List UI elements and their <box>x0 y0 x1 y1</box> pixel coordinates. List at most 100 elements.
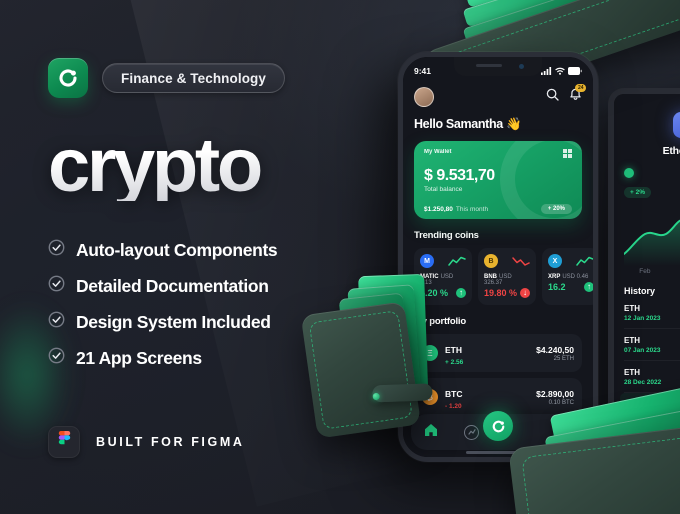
check-circle-icon <box>48 347 65 369</box>
coin-price-row: $4.2 <box>624 168 680 178</box>
trend-up-icon <box>576 256 593 266</box>
check-circle-icon <box>48 239 65 261</box>
coin-header: B <box>484 254 530 268</box>
coin-header: X <box>548 254 593 268</box>
speaker-icon <box>476 64 502 67</box>
check-circle-icon <box>48 275 65 297</box>
history-header: History Buy <box>624 285 680 297</box>
coin-name: Ethereum <box>662 145 680 157</box>
trending-coins-list: M MATIC USD 1.13 5.20 % ↑ B BNB USD 326.… <box>414 248 593 305</box>
portfolio-change: - 1.20 <box>445 403 462 410</box>
wallet-card-header: My Wallet <box>424 149 572 158</box>
month-amount-value: $1.250,80 <box>424 205 453 213</box>
wallet-balance-caption: Total balance <box>424 186 463 193</box>
portfolio-info: BTC - 1.20 <box>445 384 536 410</box>
portfolio-values: $4.240,50 25 ETH <box>536 345 574 362</box>
chart-tick: Feb <box>639 268 651 275</box>
matic-icon: M <box>420 254 434 268</box>
figma-icon <box>48 426 80 459</box>
coin-percent: 16.2 <box>548 282 566 292</box>
portfolio-name: BTC <box>445 389 463 399</box>
coin-chips: + 2% Last 5 Mo <box>624 187 680 198</box>
list-item: 21 App Screens <box>48 347 368 369</box>
bnb-icon: B <box>484 254 498 268</box>
status-icons <box>541 67 582 75</box>
wallet-label: My Wallet <box>424 149 452 155</box>
tablet-mockup: Ethereum $4.2 + 2% Last 5 Mo Feb <box>608 88 680 438</box>
bell-icon[interactable]: 24 <box>569 84 586 106</box>
avatar[interactable] <box>414 87 434 107</box>
wallet-card-footer: $1.250,80 This month + 20% <box>424 204 572 214</box>
greeting-text: Hello Samantha 👋 <box>414 117 522 131</box>
wallet-balance-card[interactable]: My Wallet $ 9.531,70 Total balance $1.25… <box>414 141 582 219</box>
check-circle-icon <box>48 311 65 333</box>
header-actions: 24 <box>546 84 586 106</box>
page-title: crypto <box>48 127 368 203</box>
crypto-ring-logo-icon <box>48 58 88 98</box>
coin-header: M <box>420 254 466 268</box>
list-item: Design System Included <box>48 311 368 333</box>
coin-change-row: 19.80 % ↓ <box>484 288 530 298</box>
feature-label: Auto-layout Components <box>76 239 278 260</box>
chart-month-labels: Feb Mar Apr <box>624 268 680 275</box>
search-icon[interactable] <box>546 88 559 106</box>
portfolio-title: My portfolio <box>414 316 466 327</box>
wallet-change-badge: + 20% <box>540 204 572 214</box>
symbol-text: XRP <box>548 274 561 280</box>
ethereum-icon <box>673 112 680 138</box>
feature-label: 21 App Screens <box>76 347 202 368</box>
pair-text: USD 0.46 <box>562 274 589 280</box>
portfolio-info: ETH + 2.56 <box>445 340 536 366</box>
portfolio-qty: 25 ETH <box>553 355 574 362</box>
figma-footer: BUILT FOR FIGMA <box>48 426 368 459</box>
wallet-month-amount: $1.250,80 This month <box>424 206 488 213</box>
status-time: 9:41 <box>414 66 432 76</box>
portfolio-amount: $2.890,00 <box>536 388 574 399</box>
trend-down-icon <box>512 256 530 266</box>
xrp-icon: X <box>548 254 562 268</box>
trend-up-icon <box>448 256 466 266</box>
promo-banner: Finance & Technology crypto Auto-layout … <box>0 0 680 514</box>
table-row[interactable]: ETH 07 Jan 2023 $2 <box>624 329 680 361</box>
status-dot-icon <box>624 168 634 178</box>
coin-percent: 19.80 % <box>484 288 518 298</box>
notification-badge: 24 <box>575 84 586 92</box>
feature-label: Design System Included <box>76 311 271 332</box>
portfolio-values: $2.890,00 0.10 BTC <box>536 389 574 406</box>
battery-icon <box>568 67 582 75</box>
list-item: Auto-layout Components <box>48 239 368 261</box>
month-caption: This month <box>455 205 489 213</box>
list-item: Detailed Documentation <box>48 275 368 297</box>
feature-list: Auto-layout Components Detailed Document… <box>48 239 368 369</box>
history-coin: ETH <box>624 368 640 377</box>
category-pill[interactable]: Finance & Technology <box>102 63 286 93</box>
app-header: 24 <box>414 84 586 107</box>
history-title: History <box>624 286 656 296</box>
price-chart <box>624 208 680 266</box>
wallet-balance: $ 9.531,70 <box>424 167 495 184</box>
history-coin: ETH <box>624 336 640 345</box>
cellular-icon <box>541 67 552 75</box>
history-date: 07 Jan 2023 <box>624 347 661 354</box>
history-date: 28 Dec 2022 <box>624 379 662 386</box>
coin-symbol: BNB USD 326.37 <box>484 274 530 286</box>
stats-icon[interactable] <box>464 424 479 440</box>
coin-change-row: 16.2 ↑ <box>548 282 593 292</box>
change-chip: + 2% <box>624 187 651 198</box>
feature-label: Detailed Documentation <box>76 275 269 296</box>
portfolio-name: ETH <box>445 345 462 355</box>
figma-label: BUILT FOR FIGMA <box>96 435 245 450</box>
list-item[interactable]: B BNB USD 326.37 19.80 % ↓ <box>478 248 536 305</box>
portfolio-amount: $4.240,50 <box>536 344 574 355</box>
direction-badge: ↑ <box>456 288 466 298</box>
direction-badge: ↓ <box>520 288 530 298</box>
history-date: 12 Jan 2023 <box>624 315 661 322</box>
tablet-screen: Ethereum $4.2 + 2% Last 5 Mo Feb <box>614 94 680 432</box>
portfolio-change: + 2.56 <box>445 359 464 366</box>
table-row[interactable]: ETH 12 Jan 2023 $4 <box>624 297 680 329</box>
table-row[interactable]: ETH 28 Dec 2022 $1 <box>624 361 680 393</box>
qr-grid-icon[interactable] <box>563 149 572 158</box>
list-item[interactable]: X XRP USD 0.46 16.2 ↑ <box>542 248 593 305</box>
trending-title: Trending coins <box>414 230 479 241</box>
direction-badge: ↑ <box>584 282 593 292</box>
